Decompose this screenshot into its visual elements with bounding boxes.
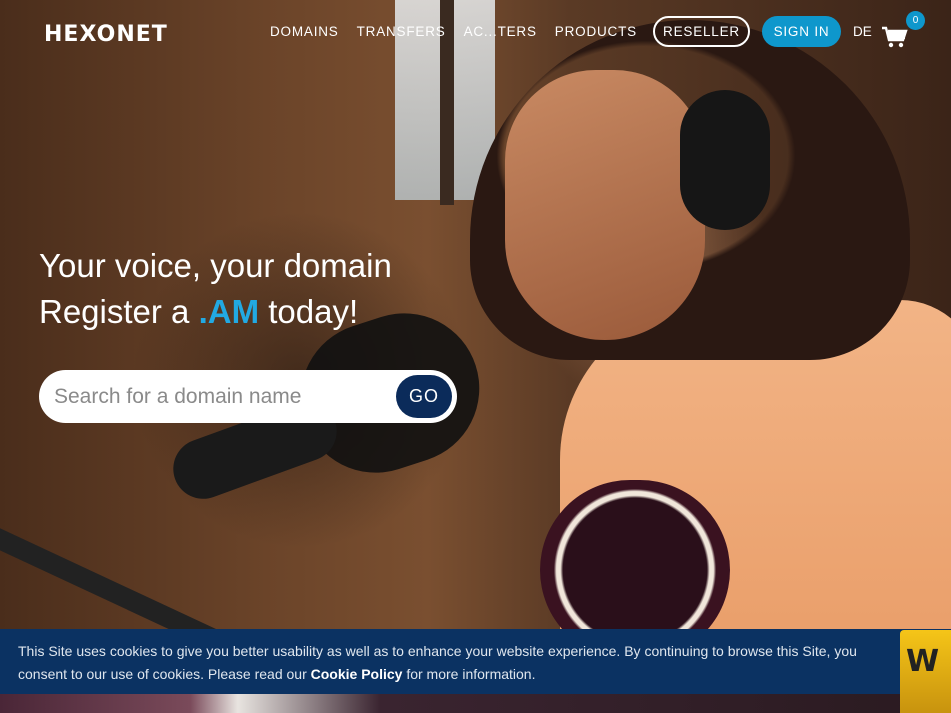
- hero-tld: .AM: [198, 293, 260, 330]
- go-button[interactable]: GO: [396, 375, 452, 418]
- watermark-logo: W: [900, 630, 951, 713]
- main-nav: DOMAINS TRANSFERS AC...TERS PRODUCTS: [270, 24, 655, 39]
- domain-search-box: [39, 370, 457, 423]
- domain-search-input[interactable]: [54, 370, 384, 423]
- hero-bottom-strip: [0, 694, 951, 713]
- nav-item-aftermarket[interactable]: AC...TERS: [464, 24, 537, 39]
- nav-item-products[interactable]: PRODUCTS: [555, 24, 637, 39]
- hexonet-logo[interactable]: HEXONET: [44, 22, 168, 47]
- cookie-banner-text: This Site uses cookies to give you bette…: [18, 640, 898, 686]
- headphones-image: [680, 90, 770, 230]
- cart-icon[interactable]: [882, 26, 908, 48]
- hero-line-2-prefix: Register a: [39, 293, 199, 330]
- hero-background: [0, 0, 951, 713]
- hero-line-2-suffix: today!: [259, 293, 359, 330]
- language-switch[interactable]: DE: [853, 24, 872, 39]
- hero-line-1: Your voice, your domain: [39, 247, 392, 284]
- hero-line-2: Register a .AM today!: [39, 289, 392, 335]
- cookie-text-after: for more information.: [402, 666, 536, 682]
- cookie-policy-link[interactable]: Cookie Policy: [311, 666, 403, 682]
- hero-person-face: [505, 70, 705, 340]
- sign-in-button[interactable]: SIGN IN: [762, 16, 841, 47]
- hero-headline: Your voice, your domain Register a .AM t…: [39, 243, 392, 335]
- reseller-button[interactable]: RESELLER: [653, 16, 750, 47]
- nav-item-domains[interactable]: DOMAINS: [270, 24, 339, 39]
- cart-count-badge: 0: [906, 11, 925, 30]
- cookie-banner: This Site uses cookies to give you bette…: [0, 629, 951, 694]
- nav-item-transfers[interactable]: TRANSFERS: [357, 24, 446, 39]
